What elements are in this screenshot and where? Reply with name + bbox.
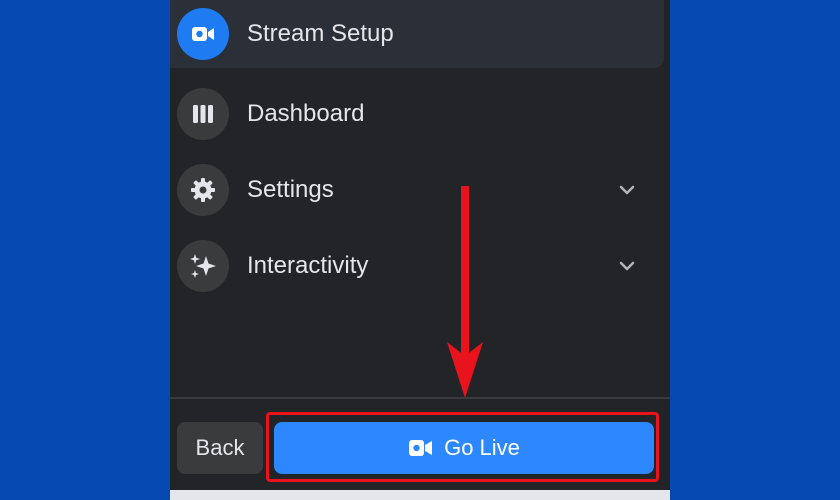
live-producer-panel: Stream Setup Dashboard Settings Interact… bbox=[170, 0, 670, 500]
annotation-arrow-icon bbox=[447, 186, 483, 398]
